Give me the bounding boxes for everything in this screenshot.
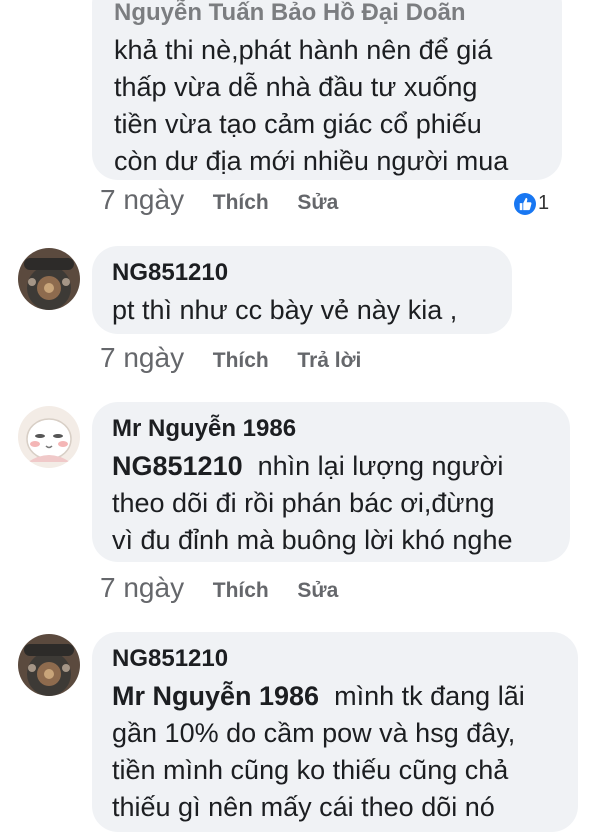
comment-timestamp[interactable]: 7 ngày bbox=[100, 342, 184, 373]
reply-button[interactable]: Trả lời bbox=[297, 349, 361, 372]
avatar[interactable] bbox=[18, 406, 80, 468]
comment-author[interactable]: Nguyễn Tuấn Bảo Hồ Đại Doãn bbox=[114, 0, 562, 28]
comment-meta: 7 ngày Thích Trả lời bbox=[100, 342, 361, 374]
edit-button[interactable]: Sửa bbox=[297, 579, 338, 602]
like-button[interactable]: Thích bbox=[213, 191, 269, 214]
comment-author[interactable]: NG851210 bbox=[112, 644, 578, 674]
mention-link[interactable]: Mr Nguyễn 1986 bbox=[112, 681, 319, 711]
comment-text-line: khả thi nè,phát hành nên để giá bbox=[114, 35, 493, 65]
comment-text-line: Mr Nguyễn 1986 mình tk đang lãi bbox=[112, 678, 578, 715]
like-icon bbox=[514, 192, 536, 215]
comment-meta: 7 ngày Thích Sửa bbox=[100, 572, 338, 604]
edit-button[interactable]: Sửa bbox=[297, 191, 338, 214]
mention-link[interactable]: NG851210 bbox=[112, 451, 243, 481]
comment-text: mình tk đang lãi bbox=[334, 681, 525, 711]
comment-text-line: theo dõi đi rồi phán bác ơi,đừng bbox=[112, 488, 495, 518]
comment-text-line: còn dư địa mới nhiều người mua bbox=[114, 146, 509, 176]
avatar[interactable] bbox=[18, 634, 80, 696]
comment-text: nhìn lại lượng người bbox=[257, 451, 504, 481]
comment-text-line: gần 10% do cầm pow và hsg đây, bbox=[112, 718, 516, 748]
comment-meta: 7 ngày Thích Sửa bbox=[100, 184, 338, 216]
comment-author[interactable]: NG851210 bbox=[112, 258, 512, 288]
comment-text-line: NG851210 nhìn lại lượng người bbox=[112, 448, 570, 485]
reaction-count: 1 bbox=[538, 192, 550, 214]
reaction-summary[interactable]: 1 bbox=[514, 192, 549, 215]
comment-text-line: vì đu đỉnh mà buông lời khó nghe bbox=[112, 525, 513, 555]
comment-bubble: Nguyễn Tuấn Bảo Hồ Đại Doãn khả thi nè,p… bbox=[92, 0, 562, 180]
comment-bubble: Mr Nguyễn 1986 NG851210 nhìn lại lượng n… bbox=[92, 402, 570, 562]
avatar[interactable] bbox=[18, 248, 80, 310]
like-button[interactable]: Thích bbox=[213, 579, 269, 602]
comment-bubble: NG851210 Mr Nguyễn 1986 mình tk đang lãi… bbox=[92, 632, 578, 832]
comment-text-line: tiền vừa tạo cảm giác cổ phiếu bbox=[114, 109, 482, 139]
comment-text-line: thấp vừa dễ nhà đầu tư xuống bbox=[114, 72, 478, 102]
comment-author[interactable]: Mr Nguyễn 1986 bbox=[112, 414, 570, 444]
comment-timestamp[interactable]: 7 ngày bbox=[100, 572, 184, 603]
like-button[interactable]: Thích bbox=[213, 349, 269, 372]
comment-text-line: thiếu gì nên mấy cái theo dõi nó bbox=[112, 792, 495, 822]
comment-text-line: tiền mình cũng ko thiếu cũng chả bbox=[112, 755, 509, 785]
comment-timestamp[interactable]: 7 ngày bbox=[100, 184, 184, 215]
comment-bubble: NG851210 pt thì như cc bày vẻ này kia , bbox=[92, 246, 512, 334]
comment-text-line: pt thì như cc bày vẻ này kia , bbox=[112, 295, 458, 325]
